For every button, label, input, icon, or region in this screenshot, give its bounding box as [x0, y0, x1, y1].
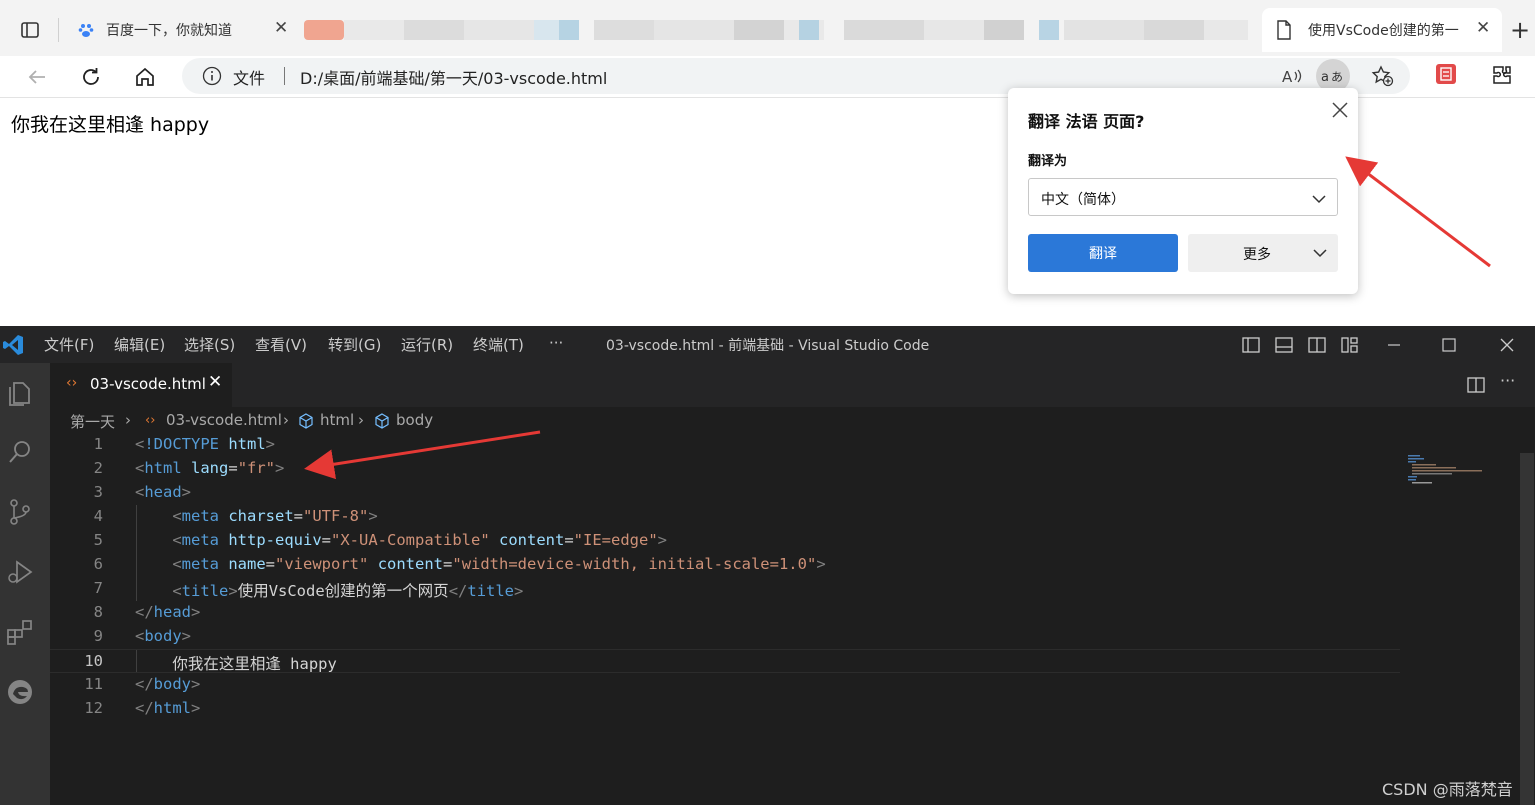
code-line-current: 10 你我在这里相逢 happy: [50, 649, 1400, 673]
document-icon: [1276, 20, 1292, 44]
breadcrumb-folder[interactable]: 第一天: [70, 411, 115, 432]
window-title: 03-vscode.html - 前端基础 - Visual Studio Co…: [606, 338, 930, 354]
tab-current-page[interactable]: 使用VsCode创建的第一 ✕: [1262, 8, 1502, 52]
menu-view[interactable]: 查看(V): [255, 334, 307, 355]
toggle-primary-sidebar-icon[interactable]: [1241, 335, 1261, 355]
code-line: 6 <meta name="viewport" content="width=d…: [93, 555, 826, 573]
watermark-text: CSDN @雨落梵音: [1382, 780, 1513, 799]
browser-tab-bar: 百度一下，你就知道 ✕ 使用VsCode创建的第一 ✕ +: [0, 0, 1535, 56]
chevron-down-icon: [1312, 246, 1328, 264]
vscode-logo-icon: [2, 334, 24, 360]
explorer-icon[interactable]: [5, 377, 35, 407]
new-tab-icon[interactable]: +: [1510, 16, 1530, 44]
toggle-panel-icon[interactable]: [1274, 335, 1294, 355]
tab-baidu[interactable]: 百度一下，你就知道 ✕: [66, 8, 302, 52]
search-icon[interactable]: [5, 437, 35, 467]
address-divider: [284, 67, 285, 85]
vscode-window: 文件(F) 编辑(E) 选择(S) 查看(V) 转到(G) 运行(R) 终端(T…: [0, 326, 1535, 805]
toggle-secondary-sidebar-icon[interactable]: [1307, 335, 1327, 355]
more-button-label: 更多: [1243, 247, 1271, 263]
close-window-icon[interactable]: [1497, 335, 1517, 355]
breadcrumb-file[interactable]: 03-vscode.html: [166, 411, 282, 429]
annotation-arrow-popup: [1345, 156, 1491, 268]
code-editor[interactable]: 1 <!DOCTYPE html> 2 <html lang="fr"> 3 <…: [50, 433, 1535, 805]
code-line: 1 <!DOCTYPE html>: [93, 435, 276, 453]
baidu-paw-icon: [78, 22, 94, 42]
code-line: 5 <meta http-equiv="X-UA-Compatible" con…: [93, 531, 668, 549]
menu-selection[interactable]: 选择(S): [184, 334, 235, 355]
chevron-right-icon: ›: [283, 411, 289, 429]
tab-close-icon[interactable]: ✕: [274, 18, 288, 38]
editor-tab-bar: ‹› 03-vscode.html ✕ ···: [50, 363, 1535, 407]
svg-text:a: a: [1321, 70, 1329, 85]
code-line: 4 <meta charset="UTF-8">: [93, 507, 378, 525]
tab-title: 使用VsCode创建的第一: [1308, 23, 1459, 39]
back-icon[interactable]: [22, 62, 52, 92]
code-line: 11 </body>: [84, 675, 201, 693]
breadcrumb: 第一天 › ‹› 03-vscode.html › html › body: [50, 407, 1535, 433]
edge-devtools-icon[interactable]: [5, 677, 35, 707]
editor-tab[interactable]: ‹› 03-vscode.html ✕: [50, 363, 232, 407]
extensions-icon[interactable]: [1490, 63, 1514, 91]
editor-tab-label: 03-vscode.html: [90, 375, 206, 393]
favorites-add-icon[interactable]: [1370, 64, 1394, 92]
code-line: 3 <head>: [93, 483, 192, 501]
menu-run[interactable]: 运行(R): [401, 334, 453, 355]
element-cube-icon: [374, 413, 390, 433]
chevron-right-icon: ›: [358, 411, 364, 429]
popup-title: 翻译 法语 页面?: [1028, 112, 1145, 131]
menu-go[interactable]: 转到(G): [328, 334, 381, 355]
url-text[interactable]: D:/桌面/前端基础/第一天/03-vscode.html: [300, 65, 607, 89]
maximize-icon[interactable]: [1439, 335, 1459, 355]
more-actions-icon[interactable]: ···: [1500, 371, 1515, 390]
extension-red-icon[interactable]: [1436, 64, 1456, 84]
menu-file[interactable]: 文件(F): [44, 334, 94, 355]
source-control-icon[interactable]: [5, 497, 35, 527]
translate-popup: 翻译 法语 页面? 翻译为 中文（简体） 翻译 更多: [1008, 88, 1358, 294]
vscode-titlebar: 文件(F) 编辑(E) 选择(S) 查看(V) 转到(G) 运行(R) 终端(T…: [0, 326, 1535, 363]
close-icon[interactable]: [1328, 98, 1352, 122]
code-line: 9 <body>: [93, 627, 192, 645]
html-file-icon: ‹›: [66, 375, 78, 391]
tab-title: 百度一下，你就知道: [106, 23, 232, 39]
breadcrumb-body[interactable]: body: [396, 411, 433, 429]
minimize-icon[interactable]: [1384, 335, 1404, 355]
refresh-icon[interactable]: [76, 62, 106, 92]
tab-actions-icon[interactable]: [18, 18, 42, 42]
menu-edit[interactable]: 编辑(E): [114, 334, 165, 355]
split-editor-icon[interactable]: [1466, 375, 1486, 399]
customize-layout-icon[interactable]: [1340, 335, 1360, 355]
svg-text:A: A: [1282, 68, 1293, 86]
vertical-scrollbar[interactable]: [1520, 453, 1534, 805]
translate-button[interactable]: 翻译: [1028, 234, 1178, 272]
page-body-text: 你我在这里相逢 happy: [11, 114, 210, 136]
activity-bar: [0, 363, 50, 805]
more-button[interactable]: 更多: [1188, 234, 1338, 272]
chevron-down-icon: [1311, 191, 1327, 210]
close-icon[interactable]: ✕: [208, 372, 222, 392]
tab-close-icon[interactable]: ✕: [1476, 18, 1490, 38]
selected-language: 中文（简体）: [1041, 192, 1125, 208]
menu-terminal[interactable]: 终端(T): [473, 334, 524, 355]
chevron-right-icon: ›: [125, 411, 131, 429]
minimap[interactable]: [1402, 453, 1482, 493]
element-cube-icon: [298, 413, 314, 433]
breadcrumb-html[interactable]: html: [320, 411, 354, 429]
run-debug-icon[interactable]: [5, 557, 35, 587]
blurred-tabs: [304, 20, 1248, 40]
target-language-label: 翻译为: [1028, 154, 1068, 169]
info-icon[interactable]: [202, 66, 222, 90]
html-file-icon: ‹›: [145, 413, 156, 428]
svg-text:あ: あ: [1331, 70, 1343, 84]
target-language-select[interactable]: 中文（简体）: [1028, 178, 1338, 216]
code-line: 7 <title>使用VsCode创建的第一个网页</title>: [93, 579, 524, 600]
home-icon[interactable]: [130, 62, 160, 92]
code-line: 12 </html>: [84, 699, 201, 717]
file-scheme-label: 文件: [233, 69, 266, 88]
code-line: 8 </head>: [93, 603, 201, 621]
menu-more[interactable]: ···: [549, 334, 563, 352]
extensions-view-icon[interactable]: [5, 617, 35, 647]
code-line: 2 <html lang="fr">: [93, 459, 285, 477]
tab-divider: [58, 18, 59, 42]
